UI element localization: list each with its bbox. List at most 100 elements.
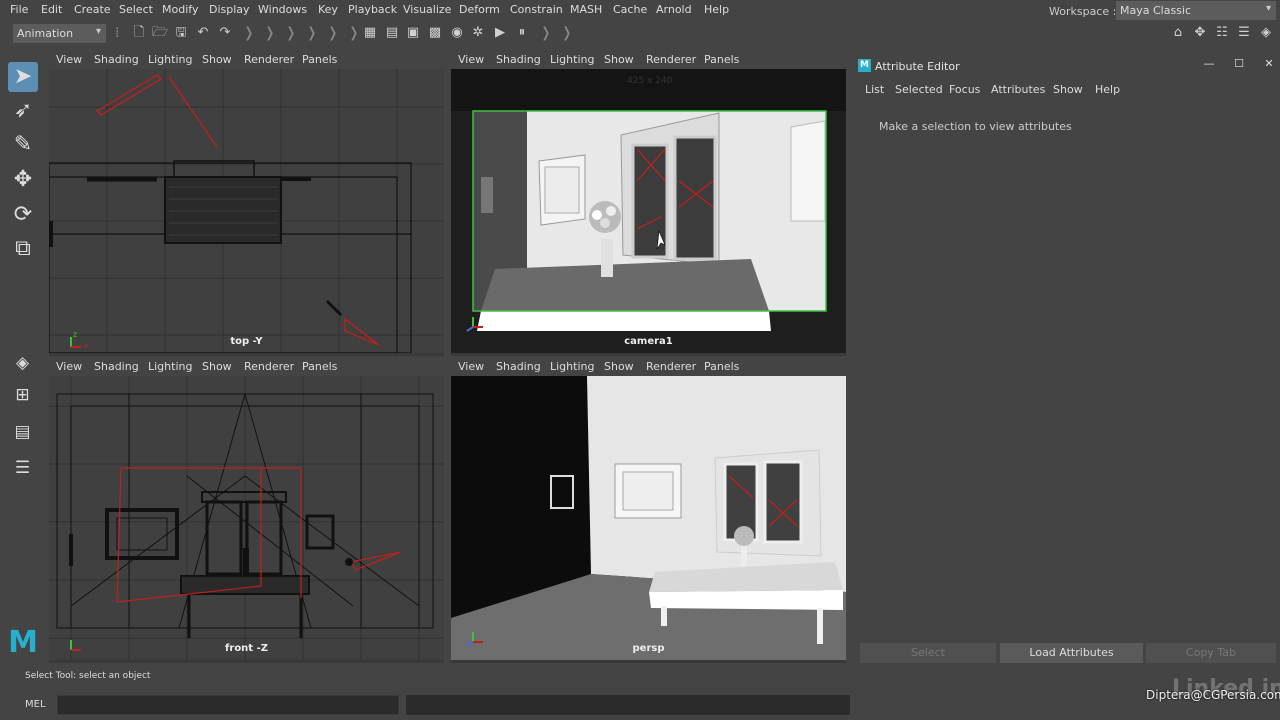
attribute-editor-title: Attribute Editor (875, 60, 960, 73)
menu-arnold[interactable]: Arnold (656, 3, 692, 16)
outliner-layout-icon[interactable]: ☰ (9, 455, 36, 482)
render-settings-icon[interactable]: ▩ (427, 25, 443, 41)
vp-menu-view[interactable]: View (56, 53, 82, 66)
vp-menu-lighting[interactable]: Lighting (550, 53, 594, 66)
menu-visualize[interactable]: Visualize (403, 3, 451, 16)
minimize-icon[interactable]: — (1199, 57, 1219, 70)
ae-menu-selected[interactable]: Selected (895, 83, 943, 96)
ae-menu-list[interactable]: List (865, 83, 884, 96)
menu-set-select[interactable]: Animation ▾ (13, 24, 106, 43)
menu-select[interactable]: Select (119, 3, 153, 16)
undo-icon[interactable]: ↶ (195, 25, 211, 41)
four-view-layout-icon[interactable]: ⊞ (9, 382, 36, 409)
vp-menu-shading[interactable]: Shading (94, 53, 139, 66)
lasso-tool-icon[interactable]: ➶ (8, 96, 38, 126)
arnold-ipr-icon[interactable]: ▶ (492, 25, 508, 41)
arnold-render-icon[interactable]: ✲ (470, 25, 486, 41)
tool-settings-icon[interactable]: ☰ (1236, 25, 1252, 41)
scale-tool-icon[interactable]: ⧉ (8, 234, 38, 264)
menu-windows[interactable]: Windows (258, 3, 307, 16)
vp-menu-shading[interactable]: Shading (94, 360, 139, 373)
vp-menu-view[interactable]: View (458, 360, 484, 373)
ae-menu-show[interactable]: Show (1053, 83, 1083, 96)
paint-tool-icon[interactable]: ✎ (8, 130, 38, 160)
menu-mash[interactable]: MASH (570, 3, 602, 16)
persp-view-scene[interactable]: persp (451, 376, 846, 660)
vp-menu-renderer[interactable]: Renderer (244, 360, 294, 373)
rotate-tool-icon[interactable]: ⟳ (8, 200, 38, 230)
vp-menu-panels[interactable]: Panels (704, 360, 739, 373)
vp-menu-panels[interactable]: Panels (302, 53, 337, 66)
vp-menu-show[interactable]: Show (202, 360, 232, 373)
vp-menu-view[interactable]: View (458, 53, 484, 66)
redo-icon[interactable]: ↷ (217, 25, 233, 41)
menu-display[interactable]: Display (209, 3, 250, 16)
menu-file[interactable]: File (10, 3, 28, 16)
command-line: MEL (0, 692, 850, 720)
vp-menu-view[interactable]: View (56, 360, 82, 373)
menu-constrain[interactable]: Constrain (510, 3, 563, 16)
ae-load-attributes-button[interactable]: Load Attributes (1000, 643, 1143, 663)
menu-deform[interactable]: Deform (459, 3, 500, 16)
new-scene-icon[interactable]: 🗋 (131, 25, 147, 41)
vp-menu-lighting[interactable]: Lighting (148, 53, 192, 66)
workspace-select[interactable]: Maya Classic ▾ (1116, 1, 1276, 20)
render-frame-icon[interactable]: ▤ (384, 25, 400, 41)
ipr-render-icon[interactable]: ▣ (405, 25, 421, 41)
menu-create[interactable]: Create (74, 3, 111, 16)
viewport-front[interactable]: View Shading Lighting Show Renderer Pane… (49, 358, 444, 663)
menu-help[interactable]: Help (704, 3, 729, 16)
mel-toggle-button[interactable]: MEL (25, 699, 46, 710)
menu-cache[interactable]: Cache (613, 3, 647, 16)
viewport-menubar: View Shading Lighting Show Renderer Pane… (49, 358, 444, 376)
hypershade-icon[interactable]: ◉ (449, 25, 465, 41)
maximize-icon[interactable]: ☐ (1229, 57, 1249, 70)
viewport-persp[interactable]: View Shading Lighting Show Renderer Pane… (451, 358, 846, 663)
move-tool-icon[interactable]: ✥ (8, 165, 38, 195)
single-perspective-layout-icon[interactable]: ◈ (9, 350, 36, 377)
attribute-editor-toggle-icon[interactable]: ☷ (1214, 25, 1230, 41)
vp-menu-lighting[interactable]: Lighting (148, 360, 192, 373)
ae-select-button[interactable]: Select (860, 643, 996, 663)
front-view-scene[interactable]: front -Z (49, 376, 444, 660)
vp-menu-renderer[interactable]: Renderer (244, 53, 294, 66)
menu-modify[interactable]: Modify (162, 3, 198, 16)
channel-box-icon[interactable]: ◈ (1258, 25, 1274, 41)
open-scene-icon[interactable]: 🗁 (152, 25, 168, 41)
save-scene-icon[interactable]: 🖫 (173, 25, 189, 41)
viewport-top[interactable]: View Shading Lighting Show Renderer Pane… (49, 51, 444, 356)
chevron-down-icon: ▾ (95, 26, 101, 37)
vp-menu-shading[interactable]: Shading (496, 53, 541, 66)
persp-outliner-layout-icon[interactable]: ▤ (9, 419, 36, 446)
pause-icon[interactable]: ⏸ (514, 25, 530, 41)
vp-menu-renderer[interactable]: Renderer (646, 360, 696, 373)
viewport-camera-label: persp (632, 643, 665, 654)
select-tool-icon[interactable]: ➤ (8, 62, 38, 92)
vp-menu-renderer[interactable]: Renderer (646, 53, 696, 66)
viewport-camera1[interactable]: View Shading Lighting Show Renderer Pane… (451, 51, 846, 356)
vp-menu-panels[interactable]: Panels (704, 53, 739, 66)
ae-menu-help[interactable]: Help (1095, 83, 1120, 96)
top-view-scene[interactable]: z x top -Y (49, 69, 444, 353)
close-icon[interactable]: ✕ (1259, 57, 1279, 70)
render-view-icon[interactable]: ▦ (362, 25, 378, 41)
camera1-view-scene[interactable]: 425 x 240 camera1 (451, 69, 846, 353)
maya-small-icon: M (858, 59, 871, 72)
vp-menu-show[interactable]: Show (202, 53, 232, 66)
menu-playback[interactable]: Playback (348, 3, 397, 16)
menu-edit[interactable]: Edit (41, 3, 62, 16)
vp-menu-show[interactable]: Show (604, 53, 634, 66)
vp-menu-panels[interactable]: Panels (302, 360, 337, 373)
ae-copy-tab-button[interactable]: Copy Tab (1146, 643, 1276, 663)
vp-menu-lighting[interactable]: Lighting (550, 360, 594, 373)
attribute-editor-message: Make a selection to view attributes (879, 120, 1072, 133)
ae-menu-focus[interactable]: Focus (949, 83, 980, 96)
ae-menu-attributes[interactable]: Attributes (991, 83, 1045, 96)
mel-command-input[interactable] (57, 695, 399, 715)
modeling-toolkit-icon[interactable]: ⌂ (1170, 25, 1186, 41)
vp-menu-shading[interactable]: Shading (496, 360, 541, 373)
character-controls-icon[interactable]: ✥ (1192, 25, 1208, 41)
menu-key[interactable]: Key (318, 3, 338, 16)
camera1-render: 425 x 240 (451, 69, 846, 353)
vp-menu-show[interactable]: Show (604, 360, 634, 373)
